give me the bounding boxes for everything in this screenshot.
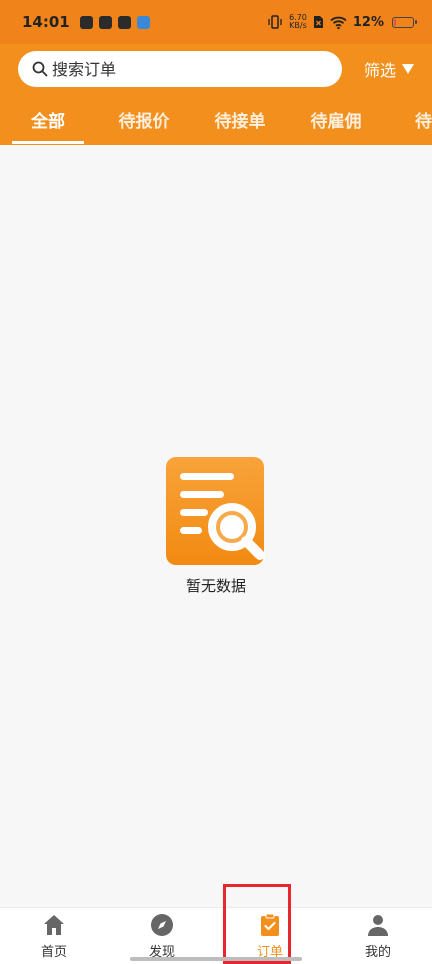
notification-app-icon — [79, 15, 93, 29]
order-icon — [261, 913, 279, 936]
status-time: 14:01 — [22, 13, 70, 31]
tab-pending-quote[interactable]: 待报价 — [96, 94, 192, 145]
search-header: 筛选 — [0, 44, 432, 94]
compass-icon — [151, 913, 173, 936]
search-icon — [32, 61, 48, 77]
tiktok-icon — [117, 15, 131, 29]
triangle-down-icon — [402, 64, 414, 74]
tab-label: 待雇佣 — [310, 112, 362, 132]
status-left: 14:01 — [22, 13, 150, 31]
search-box[interactable] — [18, 51, 342, 87]
home-indicator[interactable] — [130, 957, 302, 961]
filter-button[interactable]: 筛选 — [364, 57, 414, 81]
empty-document-search-icon — [166, 457, 265, 565]
tab-all[interactable]: 全部 — [12, 94, 84, 145]
tab-label: 全部 — [31, 112, 65, 132]
nav-label: 我的 — [364, 944, 391, 960]
nav-item-home[interactable]: 首页 — [0, 908, 108, 964]
status-right: 6.70 KB/s 12% — [267, 14, 417, 30]
network-speed: 6.70 KB/s — [289, 14, 307, 30]
tab-label: 待接单 — [214, 112, 266, 132]
bottom-navigation: 首页 发现 订单 我的 — [0, 907, 432, 964]
tab-pending-pay[interactable]: 待付 — [384, 94, 432, 145]
nav-item-profile[interactable]: 我的 — [324, 908, 432, 964]
nav-label: 首页 — [40, 944, 67, 960]
status-bar: 14:01 6.70 KB/s 12% — [0, 0, 432, 44]
app-root: 14:01 6.70 KB/s 12% 搜索订单 筛选 全部 待报价 待接单 待… — [0, 0, 432, 964]
nav-item-discover[interactable]: 发现 — [108, 908, 216, 964]
battery-level-fill — [394, 18, 396, 26]
battery-percent: 12% — [352, 14, 384, 30]
filter-label: 筛选 — [363, 61, 396, 80]
notification-app-icon — [98, 15, 112, 29]
vibrate-icon — [268, 15, 282, 29]
nav-item-orders[interactable]: 订单 — [216, 908, 324, 964]
user-icon — [368, 914, 388, 936]
tab-label: 待报价 — [118, 112, 170, 132]
home-icon — [44, 914, 64, 935]
notification-app-icon — [136, 15, 150, 29]
order-list-area: 暂无数据 — [0, 145, 432, 907]
search-input[interactable] — [52, 59, 328, 79]
order-status-tabs: 全部 待报价 待接单 待雇佣 待付 — [0, 94, 432, 145]
network-speed-unit: KB/s — [289, 21, 307, 30]
wifi-icon — [330, 16, 347, 29]
battery-icon — [392, 16, 417, 28]
empty-state: 暂无数据 — [0, 455, 432, 596]
sim-icon — [313, 16, 323, 28]
tab-pending-accept[interactable]: 待接单 — [192, 94, 288, 145]
tab-pending-hire[interactable]: 待雇佣 — [288, 94, 384, 145]
tab-label: 待付 — [415, 112, 432, 132]
empty-state-text: 暂无数据 — [185, 577, 246, 595]
